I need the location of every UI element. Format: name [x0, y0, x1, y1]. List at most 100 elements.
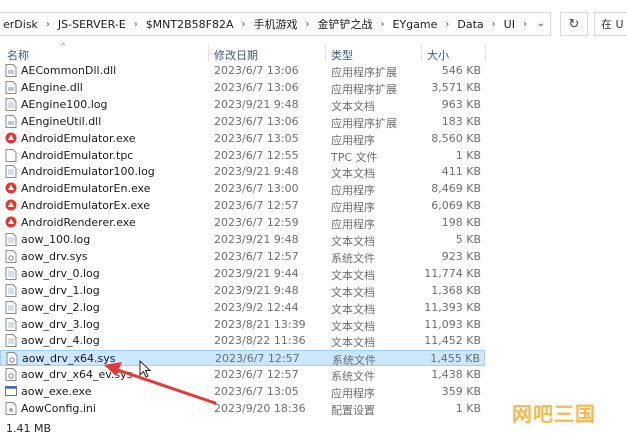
file-date: 2023/9/21 9:48: [214, 165, 299, 179]
file-name: aow_drv_1.log: [21, 283, 100, 297]
file-name: AowConfig.ini: [21, 402, 96, 415]
breadcrumb-item[interactable]: 手机游戏: [251, 16, 301, 32]
file-name: AEngine100.log: [21, 97, 108, 111]
refresh-icon[interactable]: ↻: [560, 12, 588, 36]
chevron-right-icon[interactable]: ›: [440, 19, 454, 30]
breadcrumb-item[interactable]: EYgame: [390, 18, 441, 31]
file-name: AndroidEmulatorEx.exe: [21, 199, 150, 213]
file-row[interactable]: AEngine100.log 2023/9/21 9:48 文本文档 963 KB: [0, 97, 485, 113]
chevron-right-icon[interactable]: ›: [301, 19, 315, 30]
text-file-icon: [5, 334, 17, 348]
text-file-icon: [5, 317, 17, 331]
file-size: 359 KB: [441, 385, 481, 399]
column-header-size[interactable]: 大小: [427, 47, 449, 63]
file-row[interactable]: AEngineUtil.dll 2023/6/7 13:06 应用程序扩展 183 K…: [0, 114, 485, 130]
file-row[interactable]: AndroidEmulator100.log 2023/9/21 9:48 文本文档…: [0, 164, 485, 180]
file-row[interactable]: AndroidRenderer.exe 2023/6/7 12:59 应用程序 198…: [0, 215, 485, 231]
file-row[interactable]: AndroidEmulator.tpc 2023/6/7 12:55 TPC 文件 1…: [0, 148, 485, 164]
text-file-icon: [5, 165, 17, 179]
file-date: 2023/9/2 12:44: [214, 300, 299, 314]
file-date: 2023/6/7 13:06: [214, 64, 299, 77]
file-row[interactable]: aow_exe.exe 2023/6/7 13:05 应用程序 359 KB: [0, 384, 485, 400]
file-row[interactable]: aow_drv_x64_ev.sys 2023/6/7 12:57 系统文件 1,43…: [0, 367, 485, 383]
breadcrumb-item[interactable]: 金铲铲之战: [315, 16, 376, 32]
breadcrumb-item[interactable]: erDisk: [0, 18, 41, 31]
file-name: aow_drv_3.log: [21, 317, 100, 331]
chevron-right-icon[interactable]: ›: [518, 19, 532, 30]
file-type: 文本文档: [331, 235, 375, 248]
file-row[interactable]: aow_100.log 2023/9/21 9:48 文本文档 5 KB: [0, 232, 485, 248]
column-divider[interactable]: [421, 44, 422, 62]
breadcrumb-item[interactable]: Data: [454, 18, 486, 31]
exe-icon: [5, 385, 17, 398]
text-file-icon: [5, 266, 17, 280]
text-file-icon: [5, 233, 17, 246]
file-date: 2023/9/21 9:48: [214, 233, 299, 246]
text-file-icon: [5, 283, 17, 297]
column-header-row: ^ 名称 修改日期 类型 大小: [0, 42, 627, 63]
file-date: 2023/6/7 12:57: [214, 199, 299, 213]
file-size: 923 KB: [441, 249, 481, 263]
file-row[interactable]: aow_drv_x64.sys 2023/6/7 12:57 系统文件 1,455 K…: [0, 350, 485, 367]
file-row[interactable]: AEngine.dll 2023/6/7 13:06 应用程序扩展 3,571 KB: [0, 80, 485, 96]
column-divider[interactable]: [325, 44, 326, 62]
file-type: 文本文档: [331, 319, 375, 333]
column-header-name[interactable]: 名称: [7, 47, 29, 63]
file-name: aow_drv_0.log: [21, 266, 100, 280]
chevron-right-icon[interactable]: ›: [487, 19, 501, 30]
file-type: 应用程序: [331, 201, 375, 215]
file-date: 2023/6/7 12:57: [214, 249, 299, 263]
file-row[interactable]: aow_drv_4.log 2023/8/22 11:36 文本文档 11,452 K…: [0, 333, 485, 349]
chevron-right-icon[interactable]: ›: [237, 19, 251, 30]
breadcrumb-item[interactable]: $MNT2B58F82A: [143, 18, 237, 31]
file-row[interactable]: AowConfig.ini 2023/9/20 18:36 配置设置 1 KB: [0, 401, 485, 417]
breadcrumb-item[interactable]: JS-SERVER-E: [55, 18, 129, 31]
file-row[interactable]: AECommonDll.dll 2023/6/7 13:06 应用程序扩展 546 K…: [0, 63, 485, 79]
file-row[interactable]: AndroidEmulator.exe 2023/6/7 13:05 应用程序 8,5…: [0, 131, 485, 147]
file-size: 198 KB: [441, 216, 481, 230]
breadcrumb[interactable]: erDisk › JS-SERVER-E › $MNT2B58F82A › 手机游戏 › 金铲铲…: [0, 12, 551, 36]
column-divider[interactable]: [208, 44, 209, 62]
file-type: 配置设置: [331, 404, 375, 417]
file-row[interactable]: aow_drv.sys 2023/6/7 12:57 系统文件 923 KB: [0, 249, 485, 265]
file-row[interactable]: aow_drv_3.log 2023/8/21 13:39 文本文档 11,093 K…: [0, 317, 485, 333]
chevron-right-icon[interactable]: ›: [41, 19, 55, 30]
file-name: AndroidEmulator100.log: [21, 165, 155, 179]
column-divider[interactable]: [485, 44, 486, 62]
file-size: 546 KB: [441, 64, 481, 77]
file-row[interactable]: AndroidEmulatorEn.exe 2023/6/7 13:00 应用程序 8…: [0, 181, 485, 197]
file-date: 2023/9/21 9:44: [214, 266, 299, 280]
file-size: 963 KB: [441, 97, 481, 111]
chevron-right-icon[interactable]: ›: [129, 19, 143, 30]
file-date: 2023/6/7 13:06: [214, 80, 299, 94]
sys-file-icon: [5, 249, 17, 263]
file-date: 2023/6/7 12:59: [214, 216, 299, 230]
file-name: aow_drv_2.log: [21, 300, 100, 314]
breadcrumb-item[interactable]: UI: [501, 18, 518, 31]
file-size: 1,455 KB: [430, 352, 480, 366]
file-size: 11,093 KB: [424, 317, 481, 331]
file-name: aow_drv_x64_ev.sys: [21, 368, 133, 382]
dll-icon: [5, 64, 17, 77]
chevron-down-icon[interactable]: ⌄: [531, 12, 551, 34]
sys-file-icon: [5, 368, 17, 382]
file-name: AndroidRenderer.exe: [21, 216, 136, 230]
file-row[interactable]: aow_drv_0.log 2023/9/21 9:44 文本文档 11,774 KB: [0, 266, 485, 282]
file-name: AEngineUtil.dll: [21, 114, 102, 128]
chevron-right-icon[interactable]: ›: [376, 19, 390, 30]
ini-file-icon: [5, 402, 17, 415]
file-date: 2023/6/7 13:06: [214, 114, 299, 128]
search-input[interactable]: 在 U: [594, 12, 627, 36]
app-icon: [5, 199, 17, 212]
file-type: 文本文档: [331, 336, 375, 350]
file-row[interactable]: AndroidEmulatorEx.exe 2023/6/7 12:57 应用程序 6…: [0, 198, 485, 214]
blank-file-icon: [5, 148, 17, 162]
column-header-date[interactable]: 修改日期: [214, 47, 258, 63]
file-date: 2023/6/7 12:55: [214, 148, 299, 162]
dll-icon: [5, 80, 17, 94]
file-row[interactable]: aow_drv_2.log 2023/9/2 12:44 文本文档 11,393 KB: [0, 300, 485, 316]
column-header-type[interactable]: 类型: [331, 47, 353, 63]
file-size: 8,469 KB: [431, 182, 481, 196]
file-row[interactable]: aow_drv_1.log 2023/9/21 9:48 文本文档 1,368 KB: [0, 283, 485, 299]
file-type: 系统文件: [331, 251, 375, 265]
